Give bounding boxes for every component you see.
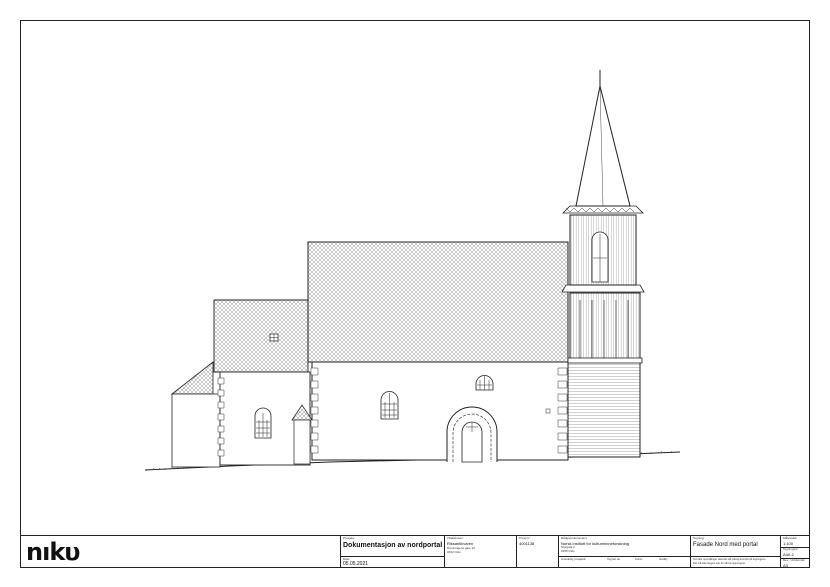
title-block: nıkυ Prosjekt: Dokumentasjon av nordport… [20, 535, 810, 568]
consultant-label: Rådgiver/konsulent: [561, 536, 588, 540]
apse [170, 361, 221, 468]
responsible-label: Ansvarlig prosjektl.: [561, 557, 588, 561]
drawing-title-cell: Tegning: Fasade Nord med portal Ved alle… [690, 536, 780, 568]
project-number-value: 4001138 [519, 541, 535, 546]
project-number-cell: Prosj.nr.: 4001138 [516, 536, 558, 568]
drawing-title-label: Tegning: [693, 536, 705, 540]
client-cell: Tiltakshaver: Riksantikvaren Dronningens… [444, 536, 516, 568]
choir [213, 299, 313, 466]
niku-logo: nıkυ [26, 538, 80, 566]
drawing-number-value: A40-2 [783, 552, 794, 557]
format-label: Rev. / Arkformat: [783, 558, 806, 562]
consultant-address-2: 0155 Oslo [561, 549, 575, 553]
consultant-cell: Rådgiver/konsulent: Norsk institutt for … [558, 536, 690, 568]
project-value: Dokumentasjon av nordportal [343, 542, 443, 549]
client-address-2: 0152 Oslo [447, 550, 461, 554]
scale-value: 1:100 [783, 541, 794, 546]
project-number-label: Prosj.nr.: [519, 536, 531, 540]
scale-label: Målestokk: [783, 536, 798, 540]
nave [307, 241, 569, 463]
date-value: 05.05.2021 [343, 561, 369, 567]
spire [575, 85, 631, 207]
format-value: A3 [783, 563, 788, 568]
drawing-note-2: Det må ikke legges opp til mål fra tegni… [693, 562, 746, 565]
approved-label: Godkj.: [659, 557, 669, 561]
client-label: Tiltakshaver: [447, 536, 464, 540]
church-north-facade-drawing [144, 70, 681, 472]
drawn-by-label: Tegnet av: [607, 557, 621, 561]
drawing-title-value: Fasade Nord med portal [693, 542, 758, 548]
drawing-note-1: Ved alle oppmålinger skal det stå tydeli… [693, 558, 767, 561]
project-cell: Prosjekt: Dokumentasjon av nordportal Da… [340, 536, 444, 568]
checked-label: Kontr.: [635, 557, 644, 561]
project-label: Prosjekt: [343, 536, 355, 540]
drawing-number-label: Tegningsnr.: [783, 547, 800, 551]
bell-tower [561, 70, 645, 458]
scale-cell: Målestokk: 1:100 Tegningsnr.: A40-2 Rev.… [780, 536, 810, 568]
